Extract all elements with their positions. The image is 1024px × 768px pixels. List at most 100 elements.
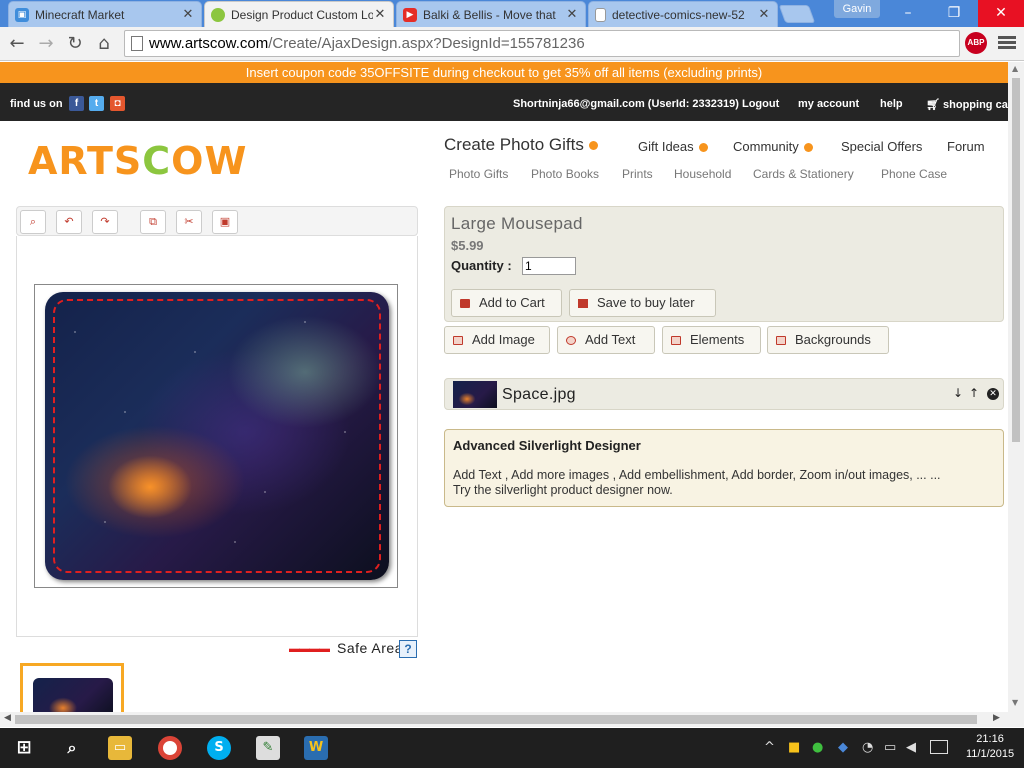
notification-center-icon[interactable] — [930, 740, 948, 754]
chrome-icon[interactable] — [158, 736, 182, 760]
tab-balki-bellis[interactable]: ▶ Balki & Bellis - Move that ✕ — [396, 1, 586, 27]
designer-toolbar: ⌕ ↶ ↷ ⧉ ✂ ▣ — [16, 206, 418, 236]
restore-icon[interactable]: ❐ — [932, 0, 976, 27]
scroll-right-arrow-icon[interactable]: ▶ — [993, 713, 1000, 723]
tray-app-icon-green[interactable]: ● — [812, 740, 823, 755]
account-email-logout[interactable]: Shortninja66@gmail.com (UserId: 2332319)… — [513, 98, 779, 110]
safe-area-help-button[interactable]: ? — [399, 640, 417, 658]
my-account-link[interactable]: my account — [798, 98, 859, 110]
zoom-icon[interactable]: ⌕ — [20, 210, 46, 234]
scrollbar-corner — [1008, 712, 1024, 727]
save-to-buy-later-button[interactable]: Save to buy later — [569, 289, 716, 317]
find-us-label: find us on — [10, 98, 63, 110]
backgrounds-button[interactable]: Backgrounds — [767, 326, 889, 354]
close-tab-icon[interactable]: ✕ — [757, 7, 771, 22]
logo-text-3: OW — [171, 139, 248, 183]
paste-icon[interactable]: ▣ — [212, 210, 238, 234]
subnav-cards-stationery[interactable]: Cards & Stationery — [753, 167, 854, 181]
cart-label: shopping car — [943, 99, 1008, 111]
scroll-up-arrow-icon[interactable]: ▲ — [1012, 64, 1018, 73]
tray-app-icon[interactable]: ■ — [788, 740, 800, 755]
search-icon[interactable]: ⌕ — [60, 736, 84, 760]
add-to-cart-button[interactable]: Add to Cart — [451, 289, 562, 317]
tab-title: Design Product Custom Lo — [231, 7, 373, 22]
horizontal-scroll-thumb[interactable] — [15, 715, 977, 724]
nav-gift-ideas[interactable]: Gift Ideas — [638, 139, 708, 154]
elements-icon — [671, 336, 681, 345]
minecraft-market-icon: ▣ — [15, 7, 29, 22]
undo-icon[interactable]: ↶ — [56, 210, 82, 234]
twitter-icon[interactable]: t — [89, 96, 104, 111]
nav-forum[interactable]: Forum — [947, 139, 985, 154]
advanced-designer-description: Add Text , Add more images , Add embelli… — [453, 468, 993, 498]
minimize-icon[interactable]: – — [886, 0, 930, 27]
vertical-scroll-thumb[interactable] — [1012, 78, 1020, 442]
product-title: Large Mousepad — [451, 214, 583, 233]
subnav-photo-gifts[interactable]: Photo Gifts — [449, 167, 508, 181]
tab-detective-comics[interactable]: detective-comics-new-52 ✕ — [588, 1, 778, 27]
move-up-icon[interactable]: ↑ — [969, 386, 979, 400]
mousepad-preview-image[interactable] — [45, 292, 389, 580]
copy-icon[interactable]: ⧉ — [140, 210, 166, 234]
subnav-photo-books[interactable]: Photo Books — [531, 167, 599, 181]
home-icon[interactable]: ⌂ — [92, 32, 116, 56]
advanced-designer-box[interactable]: Advanced Silverlight Designer Add Text ,… — [444, 429, 1004, 507]
webstorm-icon[interactable]: W — [304, 736, 328, 760]
delete-layer-icon[interactable]: ✕ — [987, 388, 999, 400]
skype-icon[interactable]: S — [207, 736, 231, 760]
facebook-icon[interactable]: f — [69, 96, 84, 111]
nav-special-offers[interactable]: Special Offers — [841, 139, 922, 154]
close-tab-icon[interactable]: ✕ — [181, 7, 195, 22]
browser-tab-strip: ▣ Minecraft Market ✕ Design Product Cust… — [0, 0, 1024, 27]
subnav-prints[interactable]: Prints — [622, 167, 653, 181]
page-thumbnail[interactable] — [20, 663, 124, 712]
wifi-icon[interactable]: ◔ — [862, 740, 873, 755]
redo-icon[interactable]: ↷ — [92, 210, 118, 234]
cut-icon[interactable]: ✂ — [176, 210, 202, 234]
file-explorer-icon[interactable]: ▭ — [108, 736, 132, 760]
vertical-scrollbar[interactable]: ▲ ▼ — [1008, 62, 1024, 712]
quantity-input[interactable] — [522, 257, 576, 275]
artscow-logo[interactable]: ARTSCOW — [28, 139, 247, 183]
windows-start-icon[interactable]: ⊞ — [12, 736, 36, 760]
nav-community[interactable]: Community — [733, 139, 813, 154]
logo-text-1: ARTS — [28, 139, 143, 183]
close-tab-icon[interactable]: ✕ — [373, 7, 387, 22]
subnav-phone-case[interactable]: Phone Case — [881, 167, 947, 181]
forward-arrow-icon[interactable]: → — [34, 32, 58, 56]
layer-name: Space.jpg — [502, 386, 576, 403]
chrome-menu-icon[interactable] — [998, 34, 1016, 52]
add-image-button[interactable]: Add Image — [444, 326, 550, 354]
move-down-icon[interactable]: ↓ — [953, 386, 963, 400]
volume-icon[interactable]: ◀ — [906, 740, 916, 755]
reload-icon[interactable]: ↻ — [63, 32, 87, 56]
tab-design-product[interactable]: Design Product Custom Lo ✕ — [204, 1, 394, 27]
back-arrow-icon[interactable]: ← — [5, 32, 29, 56]
battery-icon[interactable]: ▭ — [884, 740, 896, 755]
close-tab-icon[interactable]: ✕ — [565, 7, 579, 22]
image-layer-item[interactable]: Space.jpg ↓ ↑ ✕ — [444, 378, 1004, 410]
shopping-cart-link[interactable]: 🛒︎ shopping car — [926, 98, 1008, 111]
new-tab-button[interactable] — [778, 5, 816, 23]
safe-area-label: Safe Area — [337, 640, 403, 656]
cart-icon: 🛒︎ — [926, 99, 940, 111]
add-text-button[interactable]: Add Text — [557, 326, 655, 354]
tab-minecraft-market[interactable]: ▣ Minecraft Market ✕ — [8, 1, 202, 27]
address-bar[interactable]: www.artscow.com/Create/AjaxDesign.aspx?D… — [124, 30, 960, 57]
scroll-down-arrow-icon[interactable]: ▼ — [1012, 698, 1018, 707]
show-hidden-icons-chevron-icon[interactable]: ^ — [764, 740, 775, 755]
tray-app-icon-blue[interactable]: ◆ — [838, 740, 848, 755]
instagram-icon[interactable]: ◘ — [110, 96, 125, 111]
nav-create-photo-gifts[interactable]: Create Photo Gifts — [444, 135, 598, 155]
subnav-household[interactable]: Household — [674, 167, 731, 181]
scroll-left-arrow-icon[interactable]: ◀ — [4, 713, 11, 723]
help-link[interactable]: help — [880, 98, 903, 110]
horizontal-scrollbar[interactable]: ◀ ▶ — [0, 712, 1008, 727]
adblock-plus-icon[interactable]: ABP — [965, 32, 987, 54]
close-window-icon[interactable]: ✕ — [978, 0, 1024, 27]
profile-badge[interactable]: Gavin — [834, 0, 880, 18]
thumbnail-image — [33, 678, 113, 712]
elements-button[interactable]: Elements — [662, 326, 761, 354]
notepad-icon[interactable]: ✎ — [256, 736, 280, 760]
system-clock[interactable]: 21:16 11/1/2015 — [966, 732, 1014, 762]
